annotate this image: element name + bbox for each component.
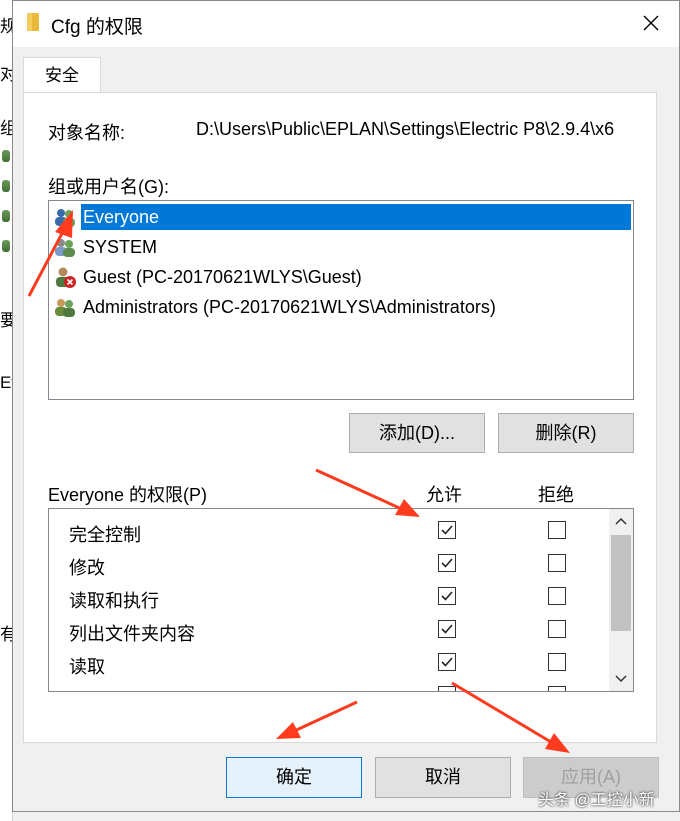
object-name-value: D:\Users\Public\EPLAN\Settings\Electric …	[196, 119, 615, 139]
checkmark-icon	[441, 558, 453, 568]
remove-button[interactable]: 删除(R)	[498, 413, 634, 453]
group-users-icon	[55, 209, 75, 227]
cancel-button[interactable]: 取消	[375, 757, 511, 798]
scroll-down-button[interactable]	[609, 667, 633, 691]
user-icon	[2, 180, 10, 192]
allow-checkbox[interactable]	[438, 653, 456, 671]
user-name: SYSTEM	[83, 237, 158, 257]
ok-button[interactable]: 确定	[226, 757, 362, 798]
allow-checkbox[interactable]	[438, 587, 456, 605]
user-name: Administrators (PC-20170621WLYS\Administ…	[83, 297, 496, 317]
vertical-scrollbar[interactable]	[609, 509, 633, 691]
allow-checkbox[interactable]	[438, 686, 456, 691]
scroll-up-button[interactable]	[609, 509, 633, 533]
user-icon	[2, 240, 10, 252]
chevron-up-icon	[615, 517, 627, 525]
permission-name: 列出文件夹内容	[69, 624, 195, 644]
checkmark-icon	[441, 525, 453, 535]
deny-checkbox[interactable]	[548, 554, 566, 572]
permission-row: 完全控制	[49, 515, 609, 548]
list-item[interactable]: Administrators (PC-20170621WLYS\Administ…	[53, 293, 631, 321]
checkmark-icon	[441, 591, 453, 601]
deny-checkbox[interactable]	[548, 587, 566, 605]
permission-row: 写入	[49, 680, 609, 691]
group-users-icon	[55, 299, 75, 317]
permission-name: 修改	[69, 558, 105, 578]
user-icon	[2, 210, 10, 222]
close-button[interactable]	[627, 1, 675, 45]
permission-name: 写入	[69, 686, 105, 691]
window-title: Cfg 的权限	[51, 17, 143, 38]
chevron-down-icon	[615, 675, 627, 683]
object-name-label: 对象名称:	[48, 123, 126, 143]
deny-checkbox[interactable]	[548, 653, 566, 671]
permission-row: 修改	[49, 548, 609, 581]
add-button[interactable]: 添加(D)...	[349, 413, 485, 453]
folder-icon	[27, 13, 39, 31]
allow-checkbox[interactable]	[438, 554, 456, 572]
allow-checkbox[interactable]	[438, 521, 456, 539]
deny-column-header: 拒绝	[538, 485, 574, 505]
user-name: Guest (PC-20170621WLYS\Guest)	[83, 267, 362, 287]
tab-security[interactable]: 安全	[23, 57, 101, 93]
list-item[interactable]: SYSTEM	[53, 233, 631, 261]
permissions-dialog: Cfg 的权限 安全 对象名称: D:\Users\Public\EPLAN\S…	[12, 0, 680, 812]
close-icon	[643, 15, 659, 31]
list-item[interactable]: Guest (PC-20170621WLYS\Guest)	[53, 263, 631, 291]
allow-checkbox[interactable]	[438, 620, 456, 638]
security-panel: 对象名称: D:\Users\Public\EPLAN\Settings\Ele…	[23, 92, 657, 743]
permission-name: 完全控制	[69, 525, 141, 545]
watermark: 头条 @工控小新	[538, 792, 655, 809]
deny-checkbox[interactable]	[548, 686, 566, 691]
allow-column-header: 允许	[426, 485, 462, 505]
list-item[interactable]: Everyone	[53, 203, 632, 231]
permission-row: 读取和执行	[49, 581, 609, 614]
permission-row: 列出文件夹内容	[49, 614, 609, 647]
group-users-icon	[55, 239, 75, 257]
title-bar[interactable]: Cfg 的权限	[13, 1, 679, 47]
permission-name: 读取和执行	[69, 591, 159, 611]
deny-checkbox[interactable]	[548, 521, 566, 539]
permission-name: 读取	[69, 657, 105, 677]
group-list-label: 组或用户名(G):	[48, 177, 169, 197]
scroll-thumb[interactable]	[611, 535, 631, 631]
permissions-label: Everyone 的权限(P)	[48, 485, 208, 505]
permission-row: 读取	[49, 647, 609, 680]
user-name: Everyone	[80, 203, 632, 231]
deny-checkbox[interactable]	[548, 620, 566, 638]
user-list[interactable]: Everyone SYSTEM Guest (PC-20170621WLYS\G…	[48, 200, 634, 400]
disabled-user-icon	[56, 267, 76, 288]
permissions-list: 完全控制 修改 读取和执行 列出文件夹内容 读取	[48, 508, 634, 692]
user-icon	[2, 150, 10, 162]
checkmark-icon	[441, 657, 453, 667]
checkmark-icon	[441, 624, 453, 634]
